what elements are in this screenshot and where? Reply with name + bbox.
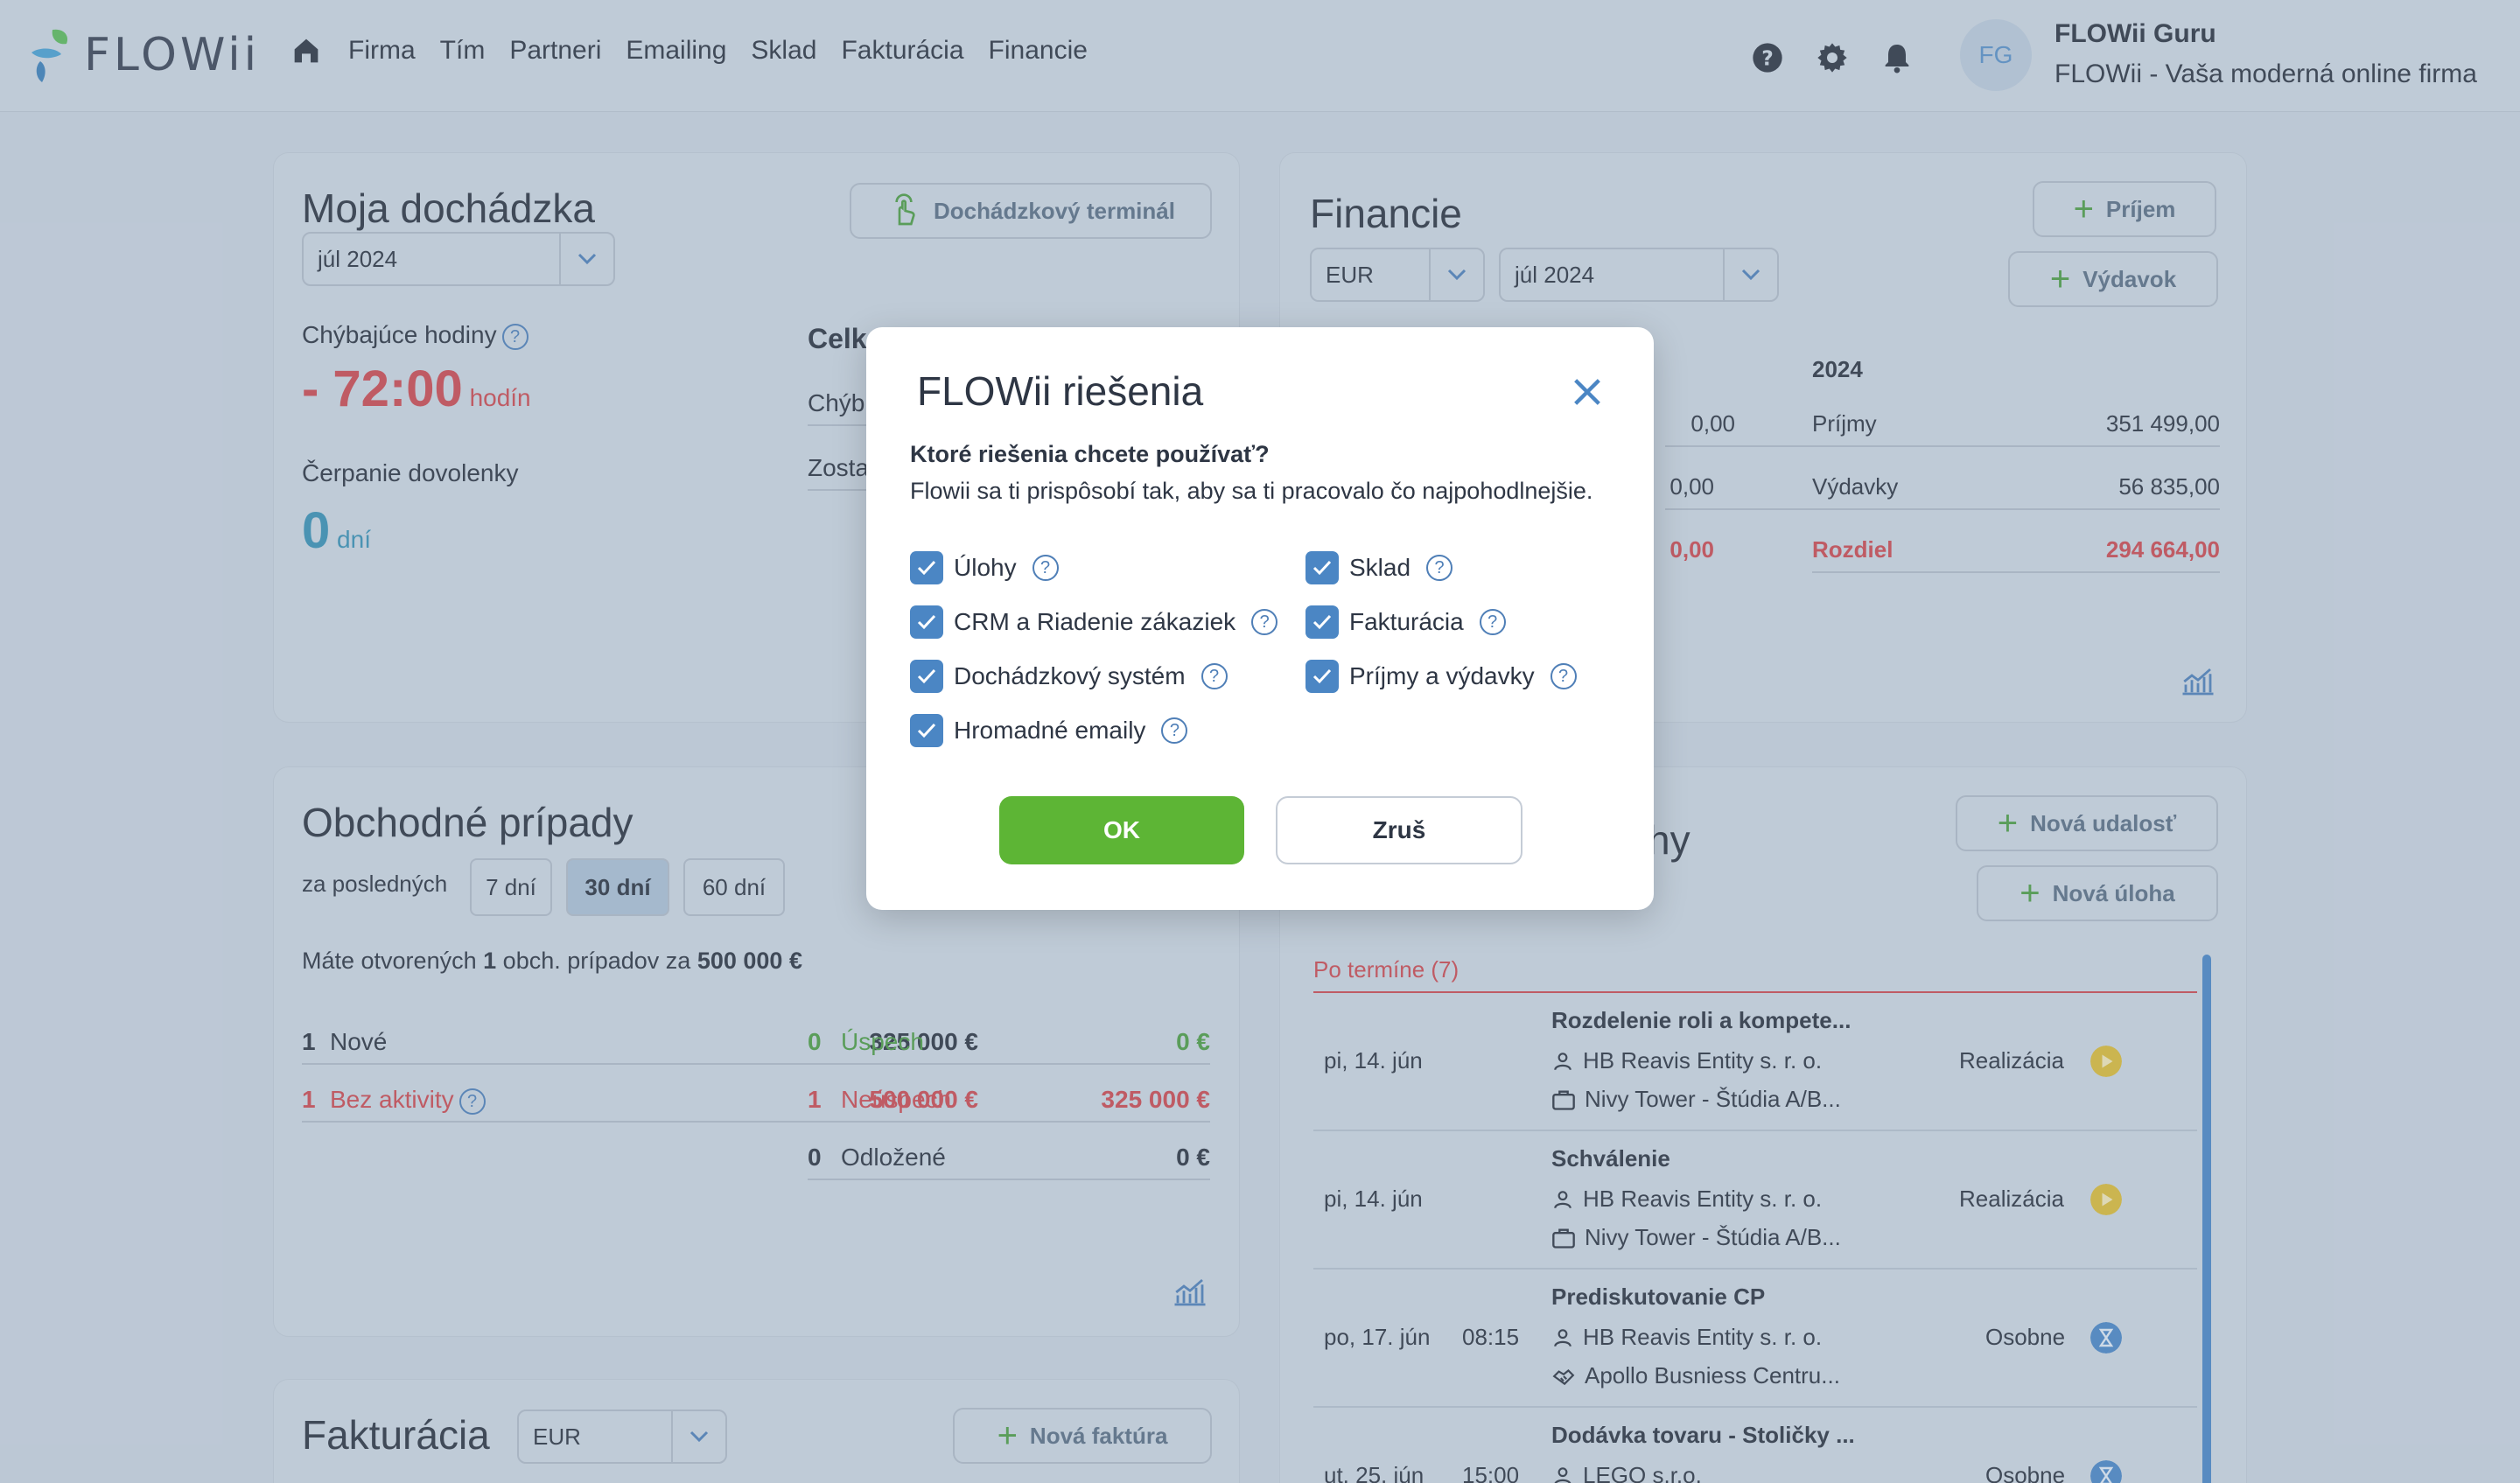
checkbox-checked[interactable] [910, 660, 943, 693]
help-icon[interactable]: ? [1032, 555, 1059, 581]
modal-title: FLOWii riešenia [917, 368, 1204, 414]
option-label: Dochádzkový systém [954, 662, 1186, 689]
option-label: Sklad [1349, 554, 1411, 581]
checkbox-checked[interactable] [1306, 660, 1339, 693]
checkbox-checked[interactable] [910, 605, 943, 639]
check-icon [1312, 614, 1332, 630]
check-icon [917, 668, 936, 684]
option-label: Hromadné emaily [954, 717, 1146, 744]
checkbox-checked[interactable] [1306, 605, 1339, 639]
help-icon[interactable]: ? [1479, 609, 1506, 635]
ok-button[interactable]: OK [999, 796, 1244, 864]
option-sklad[interactable]: Sklad? [1306, 551, 1453, 584]
checkbox-checked[interactable] [910, 714, 943, 747]
option-fakturacia[interactable]: Fakturácia? [1306, 605, 1506, 639]
close-icon[interactable] [1570, 374, 1605, 409]
help-icon[interactable]: ? [1251, 609, 1278, 635]
option-ulohy[interactable]: Úlohy? [910, 551, 1059, 584]
check-icon [917, 614, 936, 630]
help-icon[interactable]: ? [1161, 717, 1188, 744]
check-icon [917, 723, 936, 738]
help-icon[interactable]: ? [1426, 555, 1453, 581]
option-crm[interactable]: CRM a Riadenie zákaziek? [910, 605, 1278, 639]
solutions-modal: FLOWii riešenia Ktoré riešenia chcete po… [866, 327, 1654, 910]
option-label: Úlohy [954, 554, 1017, 581]
modal-subtitle: Flowii sa ti prispôsobí tak, aby sa ti p… [910, 478, 1593, 504]
option-label: Fakturácia [1349, 608, 1464, 635]
checkbox-checked[interactable] [910, 551, 943, 584]
check-icon [1312, 560, 1332, 576]
option-income-expense[interactable]: Príjmy a výdavky? [1306, 660, 1577, 693]
check-icon [917, 560, 936, 576]
help-icon[interactable]: ? [1550, 663, 1577, 689]
cancel-button[interactable]: Zruš [1276, 796, 1522, 864]
check-icon [1312, 668, 1332, 684]
option-attendance[interactable]: Dochádzkový systém? [910, 660, 1228, 693]
option-label: Príjmy a výdavky [1349, 662, 1535, 689]
checkbox-checked[interactable] [1306, 551, 1339, 584]
help-icon[interactable]: ? [1200, 663, 1228, 689]
option-label: CRM a Riadenie zákaziek [954, 608, 1236, 635]
modal-question: Ktoré riešenia chcete používať? [910, 441, 1270, 467]
option-bulk-emails[interactable]: Hromadné emaily? [910, 714, 1188, 747]
